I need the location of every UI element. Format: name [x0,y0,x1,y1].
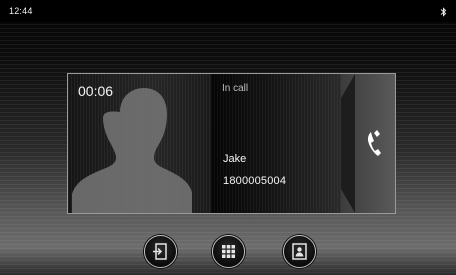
call-status: In call [222,83,249,94]
call-card: 00:06 In call Jake 1800005004 [67,73,396,214]
transfer-button[interactable] [144,235,177,268]
bluetooth-icon [440,7,447,17]
status-bar: 12:44 [0,0,456,22]
caller-avatar: 00:06 [68,74,211,213]
caller-number: 1800005004 [223,175,287,187]
call-actions-bar [0,227,456,275]
keypad-button[interactable] [212,235,245,268]
transfer-icon [153,243,167,260]
phone-handset-icon [341,74,381,213]
caller-info: In call Jake 1800005004 [211,74,341,213]
contacts-icon [292,243,307,260]
keypad-icon [222,245,235,258]
status-time: 12:44 [9,6,33,16]
in-call-screen: 12:44 00:06 In call Jake 1800005004 [0,0,456,275]
call-duration: 00:06 [78,83,114,99]
caller-name: Jake [223,153,247,165]
contacts-button[interactable] [283,235,316,268]
answer-button[interactable] [341,74,395,213]
